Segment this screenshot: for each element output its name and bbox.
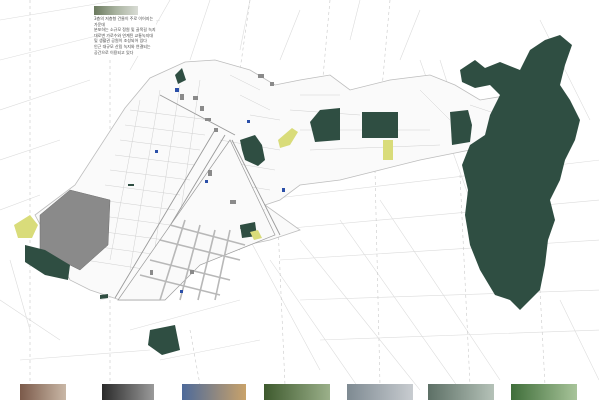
park-east-block-3 <box>450 110 472 145</box>
callout-photo <box>94 6 138 15</box>
photo-thumbnail-1 <box>20 384 66 400</box>
park-east-block-1 <box>362 112 398 138</box>
photo-thumbnail-6 <box>428 384 494 400</box>
highlight-west <box>14 215 38 238</box>
callout-line-5: 인근 대규모 산림 녹지와 연결되는 <box>94 43 151 49</box>
photo-thumbnail-2 <box>102 384 154 400</box>
park-small-4 <box>128 184 134 186</box>
callout-line-1: 3층의 저층형 건물이 주로 이어지는 가운데 <box>94 16 154 27</box>
photo-thumbnail-7 <box>511 384 577 400</box>
photo-thumbnail-4 <box>264 384 330 400</box>
highlight-east <box>383 140 393 160</box>
annotation-callout: 3층의 저층형 건물이 주로 이어지는 가운데 분포하는 소규모 정원 및 골목… <box>94 6 156 56</box>
callout-line-6: 공간으로 이용되고 있다 <box>94 49 134 55</box>
park-mountain-large <box>460 35 580 310</box>
photo-thumbnail-3 <box>182 384 246 400</box>
district-boundary <box>34 59 526 301</box>
callout-line-2: 분포하는 소규모 정원 및 골목길 녹지 <box>94 27 156 33</box>
photo-thumbnail-5 <box>347 384 413 400</box>
district-green-space-map <box>0 0 599 391</box>
park-south <box>148 325 180 355</box>
